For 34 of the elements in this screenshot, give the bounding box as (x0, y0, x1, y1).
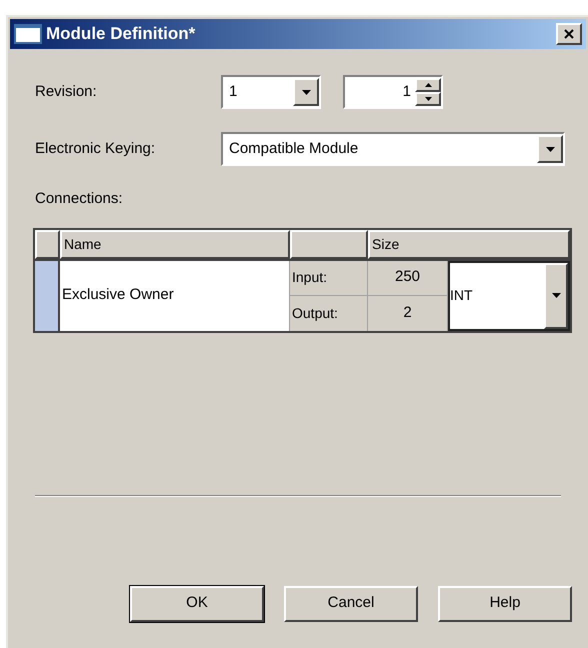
column-header: Name (60, 230, 290, 258)
window-title: Module Definition* (46, 23, 196, 46)
table-cell: Input: (290, 260, 368, 296)
window-icon (14, 24, 42, 44)
electronic-keying-value: Compatible Module (228, 138, 360, 159)
revision-label: Revision: (35, 82, 98, 102)
up-arrow-icon (424, 83, 432, 87)
caret-icon (302, 90, 310, 94)
spin-down-button[interactable] (415, 92, 441, 106)
caret-icon (552, 293, 560, 298)
connections-label: Connections: (35, 189, 124, 209)
dropdown-button[interactable] (544, 262, 568, 328)
down-arrow-icon (424, 97, 432, 101)
minor-revision-spinner[interactable]: 1 (343, 75, 443, 109)
close-icon (564, 29, 574, 39)
table-cell: Output: (290, 296, 368, 330)
row-header[interactable] (35, 260, 60, 330)
electronic-keying-label: Electronic Keying: (35, 138, 156, 159)
major-revision-value: 1 (228, 82, 238, 102)
data-type-dropdown[interactable]: INT (448, 260, 570, 330)
spin-up-button[interactable] (415, 78, 441, 92)
data-type-value: INT (450, 286, 474, 305)
minor-revision-value: 1 (402, 82, 412, 102)
table-cell: Exclusive Owner (60, 260, 290, 330)
column-header: Size (368, 230, 570, 258)
close-button[interactable] (556, 23, 582, 45)
dropdown-button[interactable] (293, 78, 319, 106)
dialog-button[interactable]: Cancel (284, 586, 418, 622)
dialog-button[interactable]: OK (130, 586, 264, 622)
dialog-button[interactable]: Help (438, 586, 572, 622)
dropdown-button[interactable] (537, 135, 563, 163)
electronic-keying-dropdown[interactable]: Compatible Module (221, 132, 565, 166)
caret-icon (546, 146, 554, 152)
major-revision-dropdown[interactable]: 1 (221, 75, 321, 109)
